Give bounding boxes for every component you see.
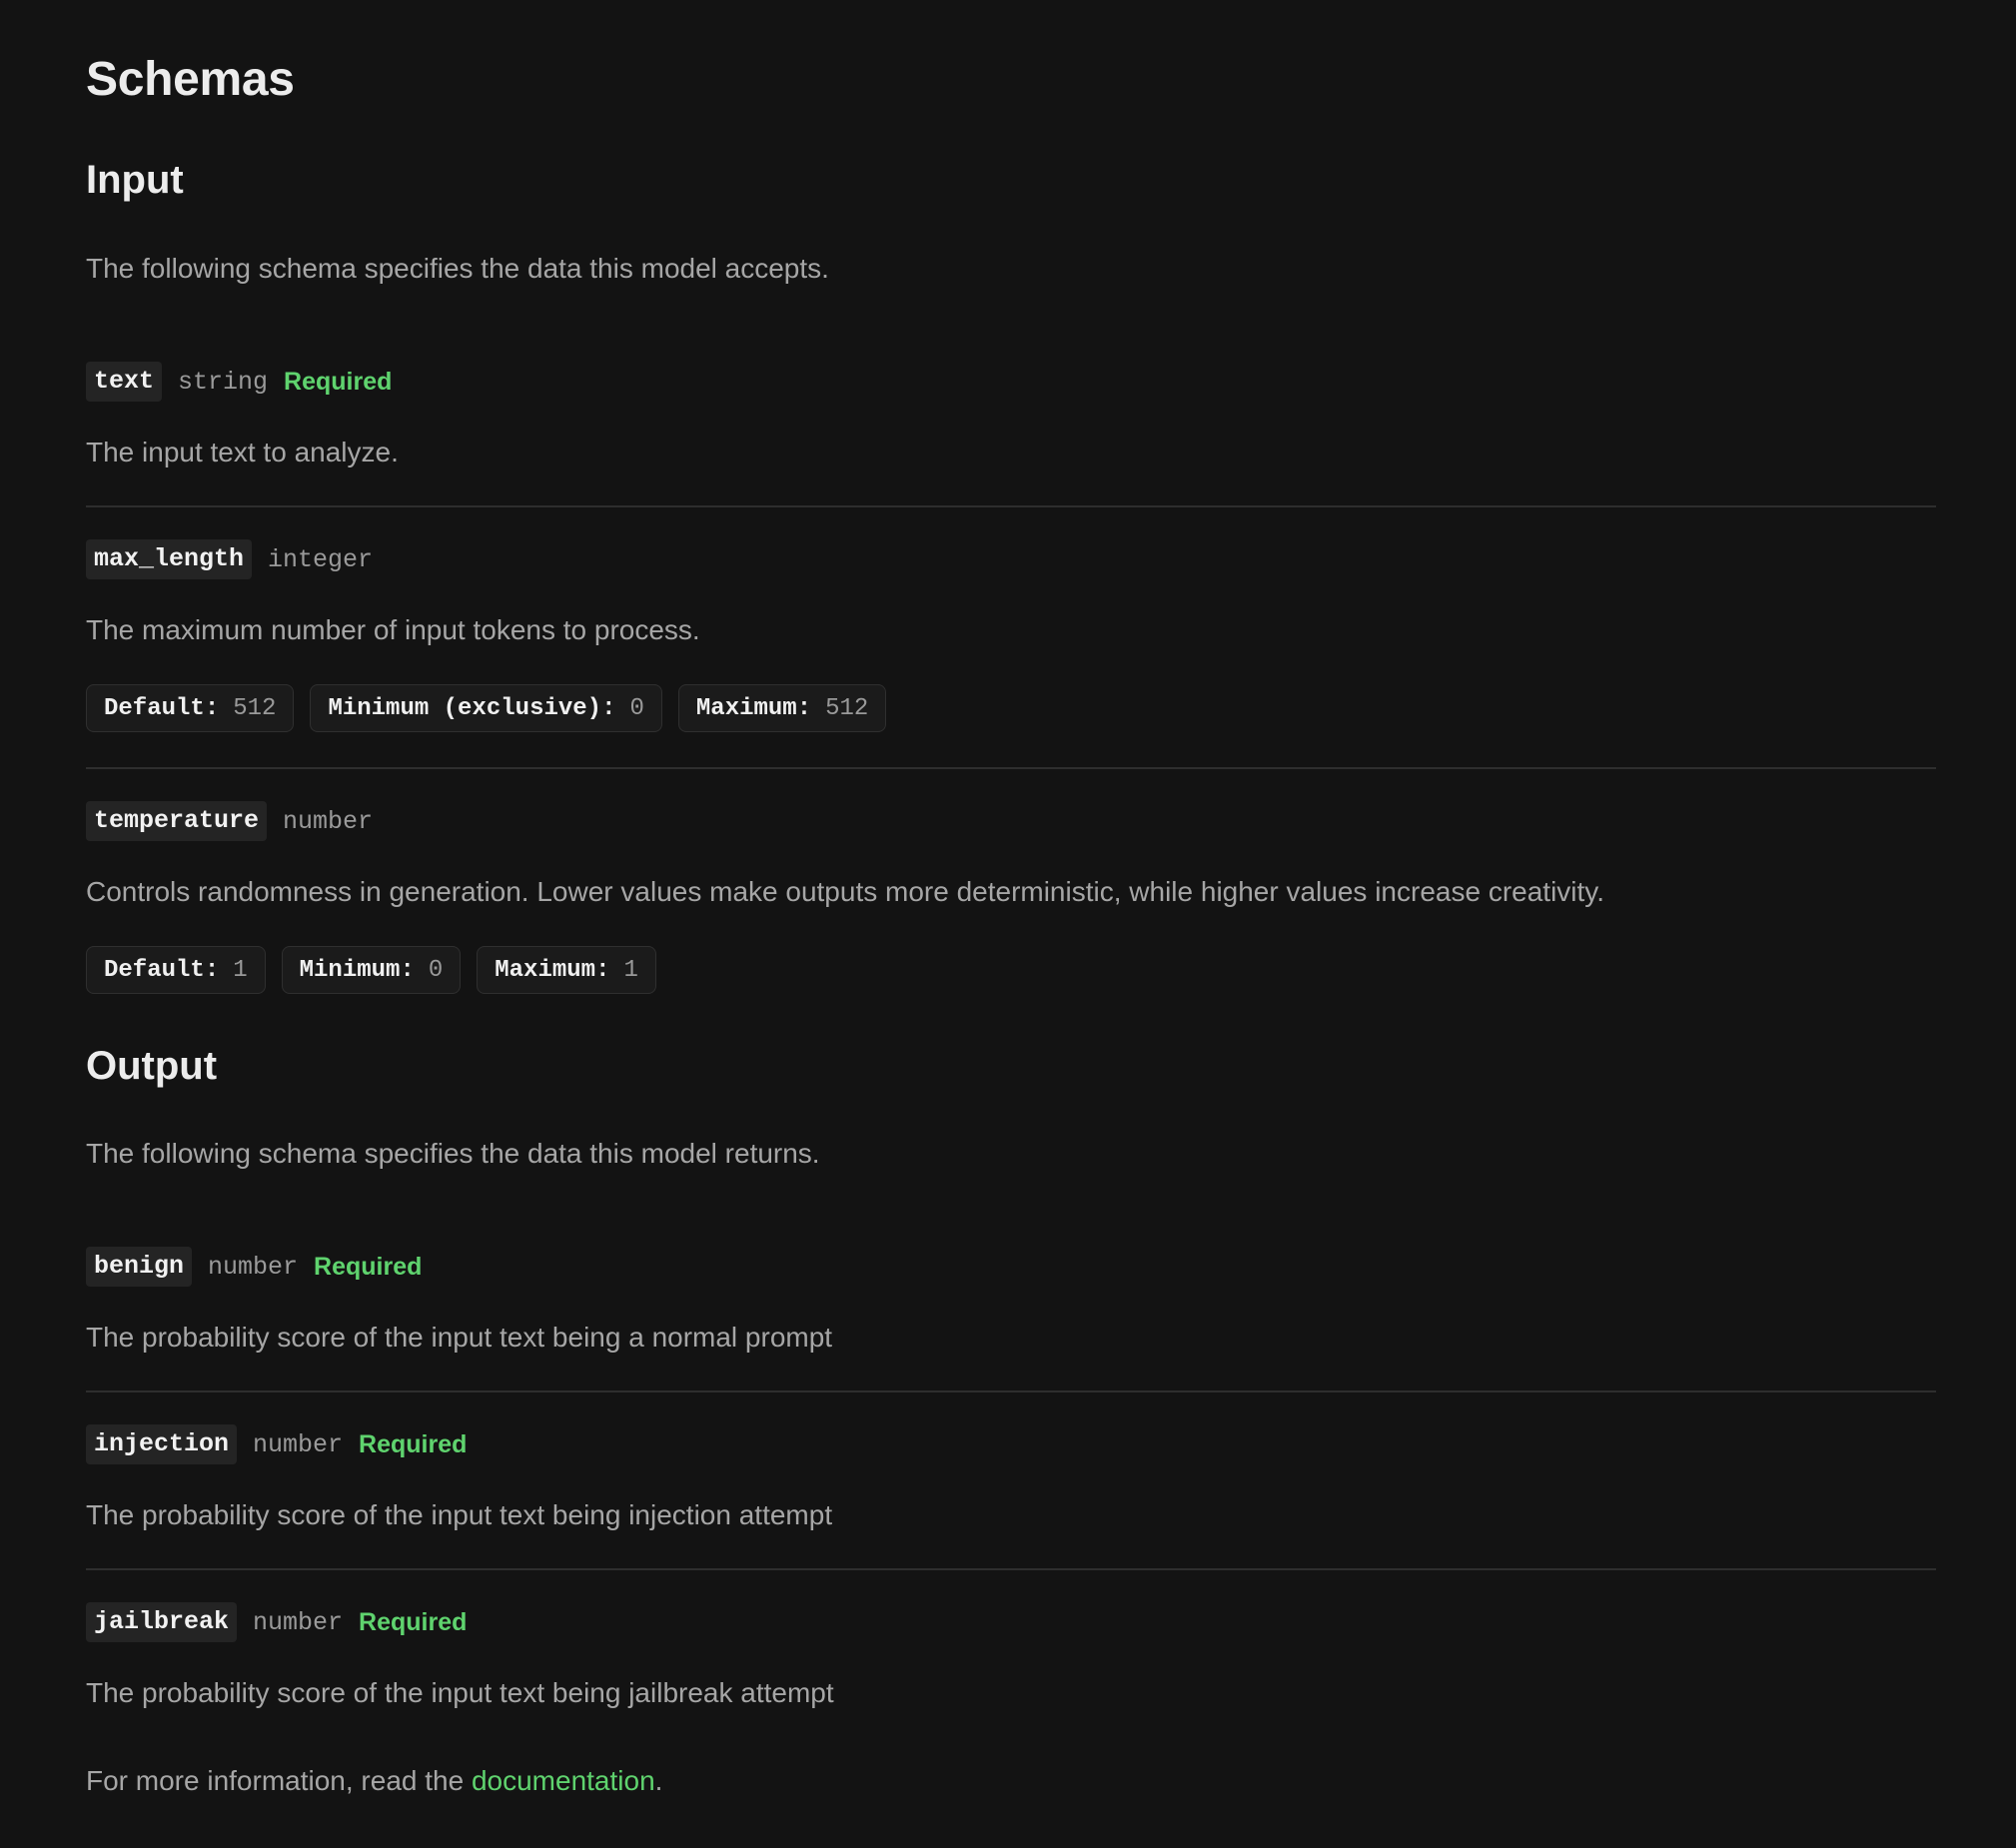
footer-prefix: For more information, read the: [86, 1765, 472, 1796]
field-name: benign: [86, 1247, 193, 1287]
field-header-benign: benign number Required: [86, 1247, 422, 1287]
field-type: number: [283, 806, 374, 836]
constraint-label: Maximum:: [695, 694, 812, 722]
required-badge: Required: [359, 1429, 468, 1458]
constraint-chip-minimum: Minimum (exclusive): 0: [310, 684, 662, 732]
constraint-chips: Default: 1 Minimum: 0 Maximum: 1: [86, 946, 656, 994]
field-description: Controls randomness in generation. Lower…: [86, 876, 1604, 907]
required-badge: Required: [284, 367, 393, 396]
required-badge: Required: [359, 1607, 468, 1636]
footer-note: For more information, read the documenta…: [86, 1765, 662, 1797]
required-badge: Required: [314, 1252, 423, 1281]
field-name: max_length: [86, 539, 253, 579]
constraint-value: 0: [629, 694, 644, 722]
constraint-chips: Default: 512 Minimum (exclusive): 0 Maxi…: [86, 684, 887, 732]
field-description: The maximum number of input tokens to pr…: [86, 614, 700, 645]
constraint-label: Minimum:: [299, 956, 415, 984]
divider: [86, 1568, 1936, 1570]
constraint-label: Default:: [104, 694, 220, 722]
field-header-temperature: temperature number: [86, 801, 373, 841]
constraint-value: 1: [233, 956, 248, 984]
constraint-chip-default: Default: 512: [86, 684, 295, 732]
field-header-injection: injection number Required: [86, 1424, 467, 1464]
field-header-jailbreak: jailbreak number Required: [86, 1602, 467, 1642]
field-name: text: [86, 362, 163, 402]
constraint-label: Default:: [104, 956, 220, 984]
field-type: integer: [268, 544, 374, 574]
output-heading: Output: [86, 1044, 218, 1088]
field-header-text: text string Required: [86, 362, 392, 402]
field-description: The input text to analyze.: [86, 437, 399, 467]
divider: [86, 767, 1936, 769]
input-heading: Input: [86, 158, 184, 202]
field-type: number: [253, 1429, 344, 1459]
field-description: The probability score of the input text …: [86, 1499, 833, 1530]
field-name: injection: [86, 1424, 238, 1464]
input-intro: The following schema specifies the data …: [86, 253, 829, 284]
constraint-label: Maximum:: [495, 956, 610, 984]
field-type: number: [253, 1607, 344, 1637]
field-description: The probability score of the input text …: [86, 1322, 833, 1353]
field-description: The probability score of the input text …: [86, 1677, 834, 1708]
field-header-max-length: max_length integer: [86, 539, 373, 579]
constraint-value: 0: [428, 956, 444, 984]
constraint-value: 1: [623, 956, 638, 984]
constraint-label: Minimum (exclusive):: [328, 694, 616, 722]
constraint-chip-maximum: Maximum: 1: [477, 946, 656, 994]
documentation-link[interactable]: documentation: [472, 1765, 655, 1796]
constraint-chip-default: Default: 1: [86, 946, 266, 994]
output-intro: The following schema specifies the data …: [86, 1138, 820, 1169]
field-type: number: [208, 1252, 299, 1282]
divider: [86, 505, 1936, 507]
field-name: temperature: [86, 801, 268, 841]
page-title: Schemas: [86, 53, 295, 106]
field-name: jailbreak: [86, 1602, 238, 1642]
constraint-value: 512: [825, 694, 869, 722]
divider: [86, 1390, 1936, 1392]
field-type: string: [178, 367, 269, 397]
constraint-chip-minimum: Minimum: 0: [281, 946, 462, 994]
footer-suffix: .: [654, 1765, 663, 1796]
constraint-value: 512: [233, 694, 277, 722]
constraint-chip-maximum: Maximum: 512: [677, 684, 887, 732]
